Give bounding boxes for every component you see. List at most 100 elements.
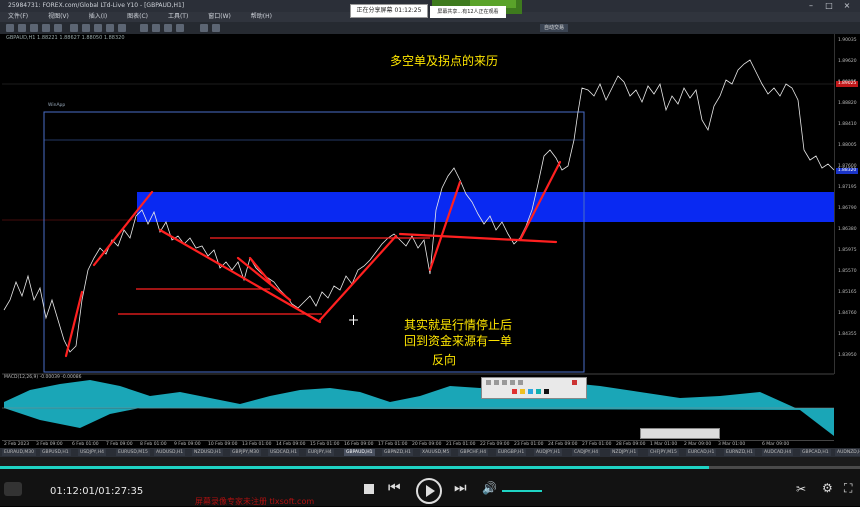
trendline-tool-icon[interactable]	[106, 24, 114, 32]
price-tag-blue: 1.88320	[836, 168, 858, 174]
close-button[interactable]: ×	[840, 1, 854, 11]
chart-tab[interactable]: GBPJPY,M30	[230, 449, 262, 456]
chart-tab[interactable]: NZDJPY,H1	[610, 449, 639, 456]
chart-tab[interactable]: AUDUSD,H1	[154, 449, 186, 456]
price-label: 1.86790	[838, 206, 857, 211]
color-blue-swatch[interactable]	[528, 389, 533, 394]
chart-tab[interactable]: USDJPY,H4	[78, 449, 106, 456]
chart-tab[interactable]: EURUSD,M15	[116, 449, 150, 456]
play-button[interactable]	[416, 478, 442, 504]
next-icon[interactable]: ⏭	[454, 480, 467, 496]
autotrade-button[interactable]: 自动交易	[540, 24, 569, 32]
color-teal-swatch[interactable]	[536, 389, 541, 394]
hline-tool-icon[interactable]	[94, 24, 102, 32]
time-label: 17 Feb 01:00	[378, 442, 408, 447]
timeframe-m1-icon[interactable]	[140, 24, 148, 32]
timeframe-h1-icon[interactable]	[164, 24, 172, 32]
stop-icon[interactable]	[364, 484, 374, 494]
color-black-swatch[interactable]	[544, 389, 549, 394]
menu-chart[interactable]: 图表(C)	[127, 12, 148, 22]
crosshair-icon[interactable]	[70, 24, 78, 32]
arrow-tool-icon[interactable]	[494, 380, 499, 385]
drawing-tool-panel[interactable]	[481, 377, 587, 399]
new-chart-icon[interactable]	[6, 24, 14, 32]
chart-tab[interactable]: AUDCAD,H4	[762, 449, 794, 456]
price-label: 1.85975	[838, 248, 857, 253]
time-label: 24 Feb 09:00	[548, 442, 578, 447]
chart-tab-active[interactable]: GBPAUD,H1	[344, 449, 375, 456]
menu-file[interactable]: 文件(F)	[8, 12, 28, 22]
menu-help[interactable]: 帮助(H)	[251, 12, 272, 22]
chart-tab[interactable]: AUDNZD,H4	[835, 449, 860, 456]
time-label: 15 Feb 01:00	[310, 442, 340, 447]
chart-tab[interactable]: EURJPY,H4	[306, 449, 334, 456]
chart-tab[interactable]: EURGBP,H1	[496, 449, 527, 456]
volume-slider[interactable]	[502, 490, 542, 492]
maximize-button[interactable]: □	[822, 1, 836, 11]
price-label: 1.84355	[838, 332, 857, 337]
time-label: 20 Feb 09:00	[412, 442, 442, 447]
menu-window[interactable]: 窗口(W)	[208, 12, 231, 22]
volume-icon[interactable]: 🔊	[482, 481, 497, 495]
chart-tab[interactable]: EURCAD,H1	[686, 449, 717, 456]
chart-tabs: EURAUD,M30 GBPUSD,H1 USDJPY,H4 EURUSD,M1…	[0, 448, 860, 457]
price-tag-red: 1.89025	[836, 81, 858, 87]
previous-icon[interactable]: ⏮	[388, 480, 401, 496]
indicator-label: MACD(12,26,9) -0.00039 -0.00086	[4, 375, 82, 380]
text-tool-icon[interactable]	[118, 24, 126, 32]
profiles-icon[interactable]	[18, 24, 26, 32]
text-tool-icon[interactable]	[510, 380, 515, 385]
chart-tab[interactable]: GBPUSD,H1	[40, 449, 71, 456]
color-yellow-swatch[interactable]	[520, 389, 525, 394]
chart-tab[interactable]: NZDUSD,H1	[192, 449, 224, 456]
chart-tab[interactable]: USDCAD,H1	[268, 449, 299, 456]
chart-tab[interactable]: GBPNZD,H1	[382, 449, 413, 456]
annotation-line1: 其实就是行情停止后	[404, 318, 513, 332]
menu-view[interactable]: 视图(V)	[48, 12, 69, 22]
time-label: 13 Feb 01:00	[242, 442, 272, 447]
chart-tab[interactable]: CHFJPY,M15	[648, 449, 679, 456]
time-label: 14 Feb 09:00	[276, 442, 306, 447]
share-timer: 正在分享屏幕 01:12:25	[350, 4, 428, 18]
chart-tab[interactable]: GBPCHF,H4	[458, 449, 489, 456]
window-title: 25984731: FOREX.com/Global LTd-Live Y10 …	[8, 2, 185, 9]
menu-tools[interactable]: 工具(T)	[168, 12, 188, 22]
undo-icon[interactable]	[518, 380, 523, 385]
price-label: 1.88410	[838, 122, 857, 127]
price-label: 1.90035	[838, 38, 857, 43]
chart-tab[interactable]: CADJPY,H4	[572, 449, 601, 456]
ime-toolbar[interactable]	[640, 428, 720, 439]
fullscreen-icon[interactable]: ⛶	[844, 481, 852, 496]
price-label: 1.88820	[838, 101, 857, 106]
terminal-icon[interactable]	[54, 24, 62, 32]
navigator-icon[interactable]	[42, 24, 50, 32]
chart-tab[interactable]: EURAUD,M30	[2, 449, 36, 456]
scissors-icon[interactable]: ✂	[796, 482, 806, 496]
rect-tool-icon[interactable]	[502, 380, 507, 385]
chart-tab[interactable]: EURNZD,H1	[724, 449, 755, 456]
chart-tab[interactable]: AUDJPY,H1	[534, 449, 563, 456]
menu-insert[interactable]: 插入(I)	[89, 12, 107, 22]
timeframe-d1-icon[interactable]	[176, 24, 184, 32]
price-chart[interactable]	[2, 34, 858, 442]
symbol-info: GBPAUD,H1 1.88221 1.88627 1.88050 1.8832…	[6, 35, 125, 41]
share-timer-label: 正在分享屏幕	[356, 7, 393, 14]
timeframe-m5-icon[interactable]	[152, 24, 160, 32]
minimize-button[interactable]: –	[804, 1, 818, 11]
annotation-line3: 反向	[432, 353, 457, 367]
zoom-in-icon[interactable]	[200, 24, 208, 32]
settings-icon[interactable]: ⚙	[822, 481, 833, 495]
close-panel-icon[interactable]	[572, 380, 577, 385]
market-watch-icon[interactable]	[30, 24, 38, 32]
color-red-swatch[interactable]	[512, 389, 517, 394]
price-label: 1.88005	[838, 143, 857, 148]
chart-tab[interactable]: GBPCAD,H1	[800, 449, 831, 456]
pen-tool-icon[interactable]	[486, 380, 491, 385]
zoom-out-icon[interactable]	[212, 24, 220, 32]
status-bar	[0, 457, 860, 466]
time-label: 2 Feb 2023	[4, 442, 30, 447]
chart-tab[interactable]: XAUUSD,M5	[420, 449, 452, 456]
line-tool-icon[interactable]	[82, 24, 90, 32]
price-label: 1.83950	[838, 353, 857, 358]
time-label: 21 Feb 01:00	[446, 442, 476, 447]
